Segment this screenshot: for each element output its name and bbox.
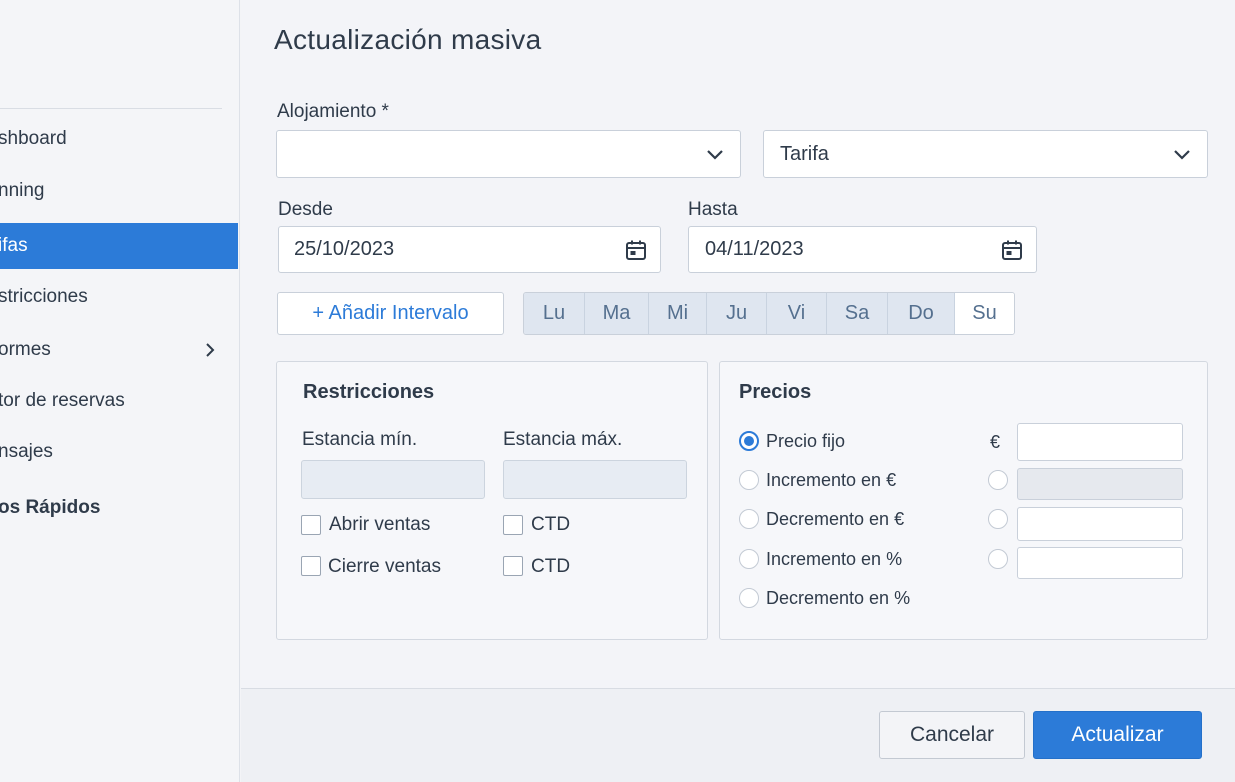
cancel-button[interactable]: Cancelar: [879, 711, 1025, 759]
chevron-down-icon: [707, 150, 723, 160]
sidebar-item-label: nsajes: [0, 441, 53, 462]
min-stay-label: Estancia mín.: [302, 429, 418, 450]
sidebar-item-label: shboard: [0, 128, 67, 149]
ctd-checkbox-1[interactable]: [503, 515, 523, 535]
unit-radio-3[interactable]: [988, 549, 1008, 569]
incremento-pct-radio[interactable]: [739, 549, 759, 569]
desde-label: Desde: [278, 199, 333, 220]
sidebar-divider: [0, 108, 222, 109]
sidebar-item-label: ormes: [0, 339, 51, 360]
sidebar-item-motor-de-reservas[interactable]: tor de reservas: [0, 378, 238, 424]
open-sales-checkbox[interactable]: [301, 515, 321, 535]
day-toggle-sa[interactable]: Sa: [827, 293, 888, 334]
euro-symbol: €: [990, 432, 1001, 452]
hasta-label: Hasta: [688, 199, 738, 220]
sidebar-section-accesos-rapidos: os Rápidos: [0, 485, 238, 531]
decremento-euro-radio[interactable]: [739, 509, 759, 529]
decremento-euro-input[interactable]: [1017, 507, 1183, 541]
day-toggle-vi[interactable]: Vi: [767, 293, 827, 334]
sidebar-item-label: stricciones: [0, 286, 88, 307]
day-toggle-su[interactable]: Su: [955, 293, 1014, 334]
close-sales-label: Cierre ventas: [328, 556, 441, 577]
sidebar-section-label: os Rápidos: [0, 497, 101, 518]
unit-radio-2[interactable]: [988, 509, 1008, 529]
calendar-icon[interactable]: [624, 238, 648, 262]
hasta-date-input[interactable]: 04/11/2023: [688, 226, 1037, 273]
incremento-euro-label: Incremento en €: [766, 470, 897, 490]
day-toggle-do[interactable]: Do: [888, 293, 955, 334]
tarifa-select[interactable]: Tarifa: [763, 130, 1208, 178]
chevron-right-icon: [206, 343, 215, 357]
alojamiento-select[interactable]: [276, 130, 741, 178]
bulk-update-dialog: Actualización masiva Alojamiento * Tarif…: [241, 0, 1235, 782]
close-sales-checkbox[interactable]: [301, 556, 321, 576]
tarifa-value: Tarifa: [780, 142, 829, 165]
incremento-pct-label: Incremento en %: [766, 549, 903, 569]
sidebar-item-label: nning: [0, 180, 45, 201]
restricciones-title: Restricciones: [303, 381, 435, 403]
sidebar-item-planning[interactable]: nning: [0, 168, 238, 214]
unit-radio-1[interactable]: [988, 470, 1008, 490]
precios-panel: Precios Precio fijo € Incremento en € De…: [719, 361, 1208, 640]
max-stay-input[interactable]: [503, 460, 687, 499]
calendar-icon[interactable]: [1000, 238, 1024, 262]
sidebar-item-label: tor de reservas: [0, 390, 125, 411]
hasta-value: 04/11/2023: [705, 238, 804, 260]
open-sales-label: Abrir ventas: [329, 514, 431, 535]
day-toggle-ju[interactable]: Ju: [707, 293, 767, 334]
precios-title: Precios: [739, 381, 812, 403]
sidebar-item-restricciones[interactable]: stricciones: [0, 274, 238, 320]
precio-fijo-input[interactable]: [1017, 423, 1183, 461]
alojamiento-label: Alojamiento *: [277, 101, 389, 122]
ctd-label-1: CTD: [531, 514, 571, 535]
page-title: Actualización masiva: [274, 24, 542, 55]
add-interval-button[interactable]: + Añadir Intervalo: [277, 292, 504, 335]
update-button[interactable]: Actualizar: [1033, 711, 1202, 759]
ctd-checkbox-2[interactable]: [503, 556, 523, 576]
incremento-pct-input[interactable]: [1017, 547, 1183, 579]
decremento-euro-label: Decremento en €: [766, 509, 905, 529]
decremento-pct-label: Decremento en %: [766, 588, 911, 608]
max-stay-label: Estancia máx.: [503, 429, 623, 450]
sidebar-item-informes[interactable]: ormes: [0, 327, 238, 373]
weekday-selector: Lu Ma Mi Ju Vi Sa Do Su: [523, 292, 1015, 335]
desde-value: 25/10/2023: [294, 238, 395, 260]
incremento-euro-input[interactable]: [1017, 468, 1183, 500]
incremento-euro-radio[interactable]: [739, 470, 759, 490]
sidebar: shboard nning ifas stricciones ormes tor…: [0, 0, 240, 782]
min-stay-input[interactable]: [301, 460, 485, 499]
chevron-down-icon: [1174, 150, 1190, 160]
desde-date-input[interactable]: 25/10/2023: [278, 226, 661, 273]
sidebar-item-dashboard[interactable]: shboard: [0, 116, 238, 162]
day-toggle-ma[interactable]: Ma: [585, 293, 649, 334]
sidebar-item-tarifas[interactable]: ifas: [0, 223, 238, 269]
day-toggle-mi[interactable]: Mi: [649, 293, 707, 334]
decremento-pct-radio[interactable]: [739, 588, 759, 608]
day-toggle-lu[interactable]: Lu: [524, 293, 585, 334]
sidebar-item-mensajes[interactable]: nsajes: [0, 429, 238, 475]
ctd-label-2: CTD: [531, 556, 571, 577]
precio-fijo-label: Precio fijo: [766, 431, 846, 451]
restricciones-panel: Restricciones Estancia mín. Estancia máx…: [276, 361, 708, 640]
sidebar-item-label: ifas: [0, 235, 28, 256]
precio-fijo-radio[interactable]: [739, 431, 759, 451]
dialog-footer: Cancelar Actualizar: [241, 688, 1235, 782]
